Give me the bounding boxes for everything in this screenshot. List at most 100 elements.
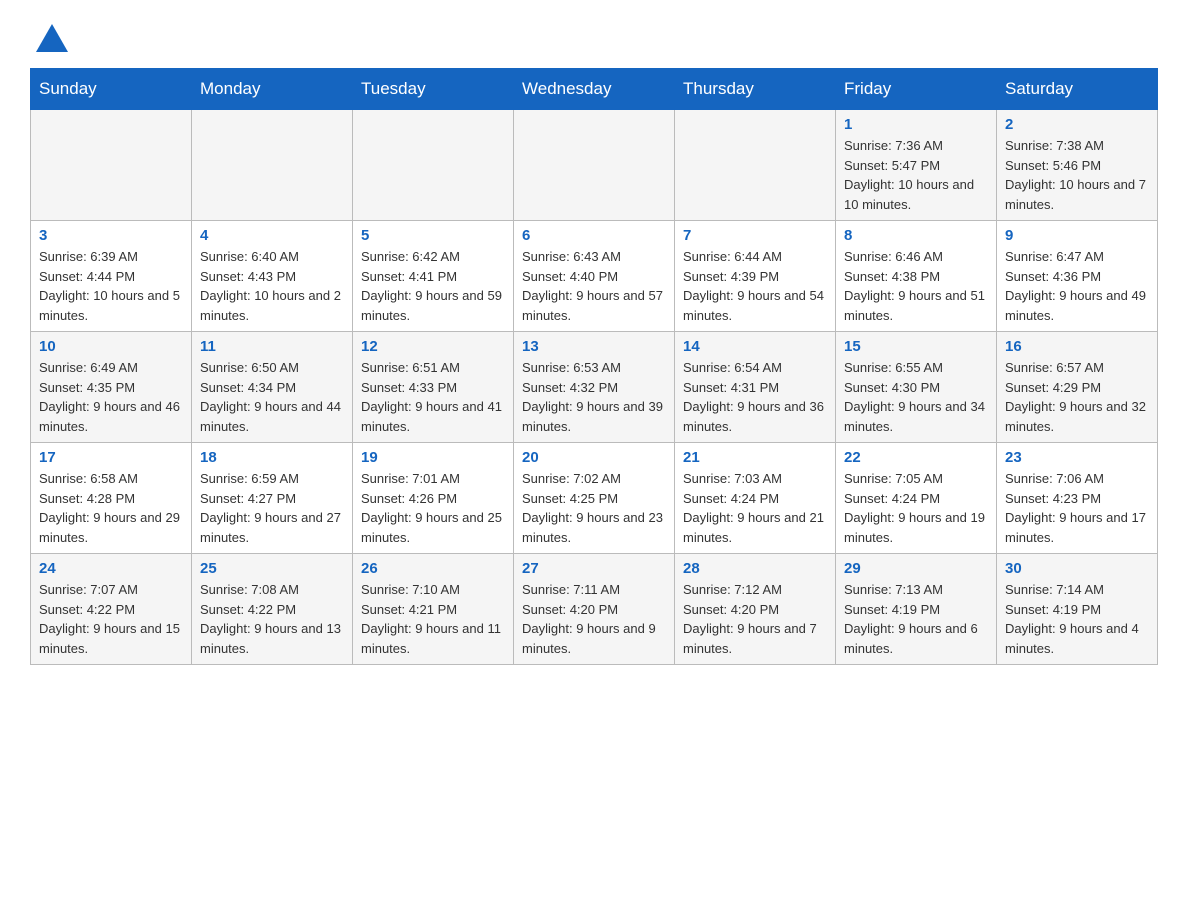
day-info: Sunrise: 6:39 AMSunset: 4:44 PMDaylight:… xyxy=(39,249,180,323)
day-info: Sunrise: 7:11 AMSunset: 4:20 PMDaylight:… xyxy=(522,582,656,656)
calendar-cell: 24 Sunrise: 7:07 AMSunset: 4:22 PMDayligh… xyxy=(31,554,192,665)
day-info: Sunrise: 7:36 AMSunset: 5:47 PMDaylight:… xyxy=(844,138,974,212)
day-info: Sunrise: 6:40 AMSunset: 4:43 PMDaylight:… xyxy=(200,249,341,323)
calendar-table: Sunday Monday Tuesday Wednesday Thursday… xyxy=(30,68,1158,665)
calendar-cell: 16 Sunrise: 6:57 AMSunset: 4:29 PMDayligh… xyxy=(997,332,1158,443)
day-number: 18 xyxy=(200,449,344,466)
calendar-cell: 28 Sunrise: 7:12 AMSunset: 4:20 PMDayligh… xyxy=(675,554,836,665)
day-number: 8 xyxy=(844,227,988,244)
calendar-cell: 7 Sunrise: 6:44 AMSunset: 4:39 PMDaylight… xyxy=(675,221,836,332)
day-number: 28 xyxy=(683,560,827,577)
calendar-cell xyxy=(514,110,675,221)
day-info: Sunrise: 7:06 AMSunset: 4:23 PMDaylight:… xyxy=(1005,471,1146,545)
day-info: Sunrise: 7:10 AMSunset: 4:21 PMDaylight:… xyxy=(361,582,501,656)
calendar-cell: 27 Sunrise: 7:11 AMSunset: 4:20 PMDayligh… xyxy=(514,554,675,665)
calendar-week-row: 17Sunrise: 6:58 AMSunset: 4:28 PMDayligh… xyxy=(31,443,1158,554)
day-number: 1 xyxy=(844,116,988,133)
calendar-cell: 4 Sunrise: 6:40 AMSunset: 4:43 PMDaylight… xyxy=(192,221,353,332)
col-saturday: Saturday xyxy=(997,69,1158,110)
day-number: 4 xyxy=(200,227,344,244)
day-info: Sunrise: 6:49 AMSunset: 4:35 PMDaylight:… xyxy=(39,360,180,434)
day-number: 16 xyxy=(1005,338,1149,355)
day-number: 26 xyxy=(361,560,505,577)
calendar-cell: 21 Sunrise: 7:03 AMSunset: 4:24 PMDayligh… xyxy=(675,443,836,554)
calendar-cell xyxy=(31,110,192,221)
page-header xyxy=(30,20,1158,50)
day-number: 5 xyxy=(361,227,505,244)
day-number: 14 xyxy=(683,338,827,355)
calendar-week-row: 10 Sunrise: 6:49 AMSunset: 4:35 PMDayligh… xyxy=(31,332,1158,443)
day-info: Sunrise: 6:53 AMSunset: 4:32 PMDaylight:… xyxy=(522,360,663,434)
day-number: 2 xyxy=(1005,116,1149,133)
day-number: 29 xyxy=(844,560,988,577)
day-number: 15 xyxy=(844,338,988,355)
day-info: Sunrise: 7:13 AMSunset: 4:19 PMDaylight:… xyxy=(844,582,978,656)
calendar-week-row: 1 Sunrise: 7:36 AMSunset: 5:47 PMDaylight… xyxy=(31,110,1158,221)
day-info: Sunrise: 6:51 AMSunset: 4:33 PMDaylight:… xyxy=(361,360,502,434)
day-number: 24 xyxy=(39,560,183,577)
calendar-cell: 13Sunrise: 6:53 AMSunset: 4:32 PMDayligh… xyxy=(514,332,675,443)
day-info: Sunrise: 7:38 AMSunset: 5:46 PMDaylight:… xyxy=(1005,138,1146,212)
day-info: Sunrise: 6:58 AMSunset: 4:28 PMDaylight:… xyxy=(39,471,180,545)
day-info: Sunrise: 6:44 AMSunset: 4:39 PMDaylight:… xyxy=(683,249,824,323)
day-number: 12 xyxy=(361,338,505,355)
calendar-cell: 3 Sunrise: 6:39 AMSunset: 4:44 PMDaylight… xyxy=(31,221,192,332)
day-info: Sunrise: 6:50 AMSunset: 4:34 PMDaylight:… xyxy=(200,360,341,434)
day-info: Sunrise: 7:07 AMSunset: 4:22 PMDaylight:… xyxy=(39,582,180,656)
day-info: Sunrise: 7:05 AMSunset: 4:24 PMDaylight:… xyxy=(844,471,985,545)
col-friday: Friday xyxy=(836,69,997,110)
calendar-cell: 19Sunrise: 7:01 AMSunset: 4:26 PMDayligh… xyxy=(353,443,514,554)
calendar-week-row: 24 Sunrise: 7:07 AMSunset: 4:22 PMDayligh… xyxy=(31,554,1158,665)
day-number: 23 xyxy=(1005,449,1149,466)
day-number: 21 xyxy=(683,449,827,466)
calendar-cell: 23 Sunrise: 7:06 AMSunset: 4:23 PMDayligh… xyxy=(997,443,1158,554)
calendar-cell: 2 Sunrise: 7:38 AMSunset: 5:46 PMDaylight… xyxy=(997,110,1158,221)
calendar-cell xyxy=(192,110,353,221)
logo xyxy=(30,20,68,50)
col-thursday: Thursday xyxy=(675,69,836,110)
day-info: Sunrise: 7:08 AMSunset: 4:22 PMDaylight:… xyxy=(200,582,341,656)
calendar-cell: 29 Sunrise: 7:13 AMSunset: 4:19 PMDayligh… xyxy=(836,554,997,665)
day-number: 25 xyxy=(200,560,344,577)
col-monday: Monday xyxy=(192,69,353,110)
day-info: Sunrise: 6:54 AMSunset: 4:31 PMDaylight:… xyxy=(683,360,824,434)
calendar-cell: 6 Sunrise: 6:43 AMSunset: 4:40 PMDaylight… xyxy=(514,221,675,332)
calendar-cell: 12 Sunrise: 6:51 AMSunset: 4:33 PMDayligh… xyxy=(353,332,514,443)
day-info: Sunrise: 6:47 AMSunset: 4:36 PMDaylight:… xyxy=(1005,249,1146,323)
day-number: 9 xyxy=(1005,227,1149,244)
day-info: Sunrise: 6:57 AMSunset: 4:29 PMDaylight:… xyxy=(1005,360,1146,434)
calendar-cell: 5Sunrise: 6:42 AMSunset: 4:41 PMDaylight… xyxy=(353,221,514,332)
day-number: 3 xyxy=(39,227,183,244)
day-number: 11 xyxy=(200,338,344,355)
logo-icon xyxy=(32,20,68,56)
day-info: Sunrise: 6:59 AMSunset: 4:27 PMDaylight:… xyxy=(200,471,341,545)
calendar-cell: 1 Sunrise: 7:36 AMSunset: 5:47 PMDaylight… xyxy=(836,110,997,221)
col-sunday: Sunday xyxy=(31,69,192,110)
col-tuesday: Tuesday xyxy=(353,69,514,110)
calendar-cell: 26 Sunrise: 7:10 AMSunset: 4:21 PMDayligh… xyxy=(353,554,514,665)
calendar-cell xyxy=(353,110,514,221)
day-info: Sunrise: 7:01 AMSunset: 4:26 PMDaylight:… xyxy=(361,471,502,545)
calendar-cell: 22 Sunrise: 7:05 AMSunset: 4:24 PMDayligh… xyxy=(836,443,997,554)
day-info: Sunrise: 6:46 AMSunset: 4:38 PMDaylight:… xyxy=(844,249,985,323)
calendar-week-row: 3 Sunrise: 6:39 AMSunset: 4:44 PMDaylight… xyxy=(31,221,1158,332)
day-number: 10 xyxy=(39,338,183,355)
day-number: 27 xyxy=(522,560,666,577)
day-number: 22 xyxy=(844,449,988,466)
day-info: Sunrise: 6:43 AMSunset: 4:40 PMDaylight:… xyxy=(522,249,663,323)
calendar-cell: 11 Sunrise: 6:50 AMSunset: 4:34 PMDayligh… xyxy=(192,332,353,443)
calendar-cell: 9 Sunrise: 6:47 AMSunset: 4:36 PMDaylight… xyxy=(997,221,1158,332)
day-number: 20 xyxy=(522,449,666,466)
calendar-header-row: Sunday Monday Tuesday Wednesday Thursday… xyxy=(31,69,1158,110)
day-number: 6 xyxy=(522,227,666,244)
calendar-cell: 30 Sunrise: 7:14 AMSunset: 4:19 PMDayligh… xyxy=(997,554,1158,665)
day-number: 7 xyxy=(683,227,827,244)
day-info: Sunrise: 7:03 AMSunset: 4:24 PMDaylight:… xyxy=(683,471,824,545)
day-number: 30 xyxy=(1005,560,1149,577)
calendar-cell: 10 Sunrise: 6:49 AMSunset: 4:35 PMDayligh… xyxy=(31,332,192,443)
day-info: Sunrise: 6:55 AMSunset: 4:30 PMDaylight:… xyxy=(844,360,985,434)
day-info: Sunrise: 7:12 AMSunset: 4:20 PMDaylight:… xyxy=(683,582,817,656)
day-info: Sunrise: 7:02 AMSunset: 4:25 PMDaylight:… xyxy=(522,471,663,545)
day-info: Sunrise: 7:14 AMSunset: 4:19 PMDaylight:… xyxy=(1005,582,1139,656)
calendar-cell: 20 Sunrise: 7:02 AMSunset: 4:25 PMDayligh… xyxy=(514,443,675,554)
